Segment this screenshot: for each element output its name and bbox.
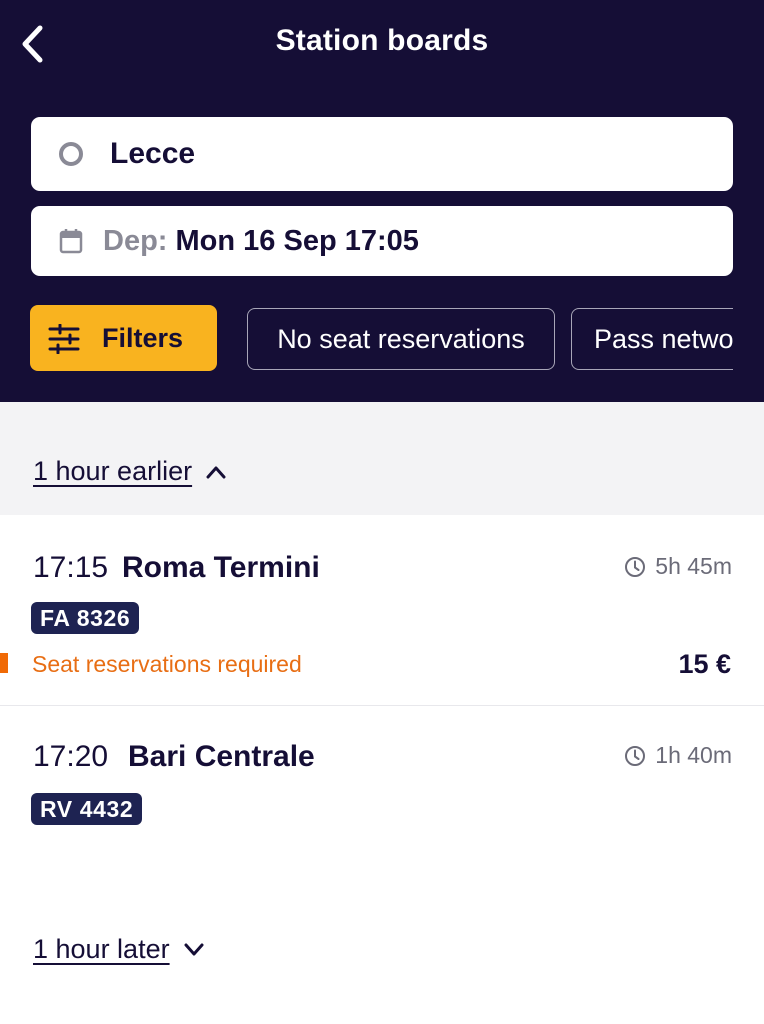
- earlier-label: 1 hour earlier: [33, 456, 193, 486]
- sliders-icon: [48, 324, 80, 354]
- station-circle-icon: [59, 142, 83, 166]
- chevron-down-icon: [184, 943, 204, 955]
- station-value: Lecce: [110, 137, 196, 170]
- seat-reservation-warning: Seat reservations required: [32, 651, 302, 677]
- duration-value: 5h 45m: [655, 553, 732, 579]
- duration: 5h 45m: [624, 553, 732, 580]
- departure-time: 17:20: [33, 740, 109, 773]
- chip-no-seat-reservations[interactable]: No seat reservations: [247, 308, 555, 370]
- header: Station boards Lecce Dep: Mon 16 Sep 17:…: [0, 0, 764, 402]
- departure-row[interactable]: 17:15 Roma Termini 5h 45m FA 8326 Seat r…: [0, 515, 764, 706]
- warning-indicator: [0, 653, 8, 673]
- chip-pass-network[interactable]: Pass netwo: [571, 308, 733, 370]
- chevron-up-icon: [206, 466, 226, 478]
- price: 15 €: [678, 649, 731, 679]
- train-number-badge: RV 4432: [31, 793, 143, 825]
- one-hour-earlier-link[interactable]: 1 hour earlier: [33, 456, 226, 487]
- clock-icon: [625, 745, 646, 766]
- departure-text: Dep: Mon 16 Sep 17:05: [103, 225, 419, 258]
- train-number-badge: FA 8326: [31, 602, 140, 634]
- destination: Bari Centrale: [128, 740, 315, 773]
- filters-label: Filters: [102, 322, 184, 353]
- departure-label: Dep:: [103, 224, 168, 257]
- departure-row[interactable]: 17:20 Bari Centrale 1h 40m RV 4432: [0, 706, 764, 856]
- clock-icon: [625, 556, 646, 577]
- one-hour-later-link[interactable]: 1 hour later: [33, 934, 204, 965]
- page-title: Station boards: [275, 24, 489, 57]
- station-field[interactable]: Lecce: [31, 117, 733, 191]
- duration: 1h 40m: [624, 742, 732, 769]
- duration-value: 1h 40m: [655, 742, 732, 768]
- later-label: 1 hour later: [33, 934, 170, 964]
- departure-value: Mon 16 Sep 17:05: [175, 224, 419, 257]
- calendar-icon: [59, 229, 83, 254]
- departure-time: 17:15: [33, 551, 109, 584]
- filters-button[interactable]: Filters: [30, 305, 217, 371]
- destination: Roma Termini: [122, 551, 320, 584]
- date-field[interactable]: Dep: Mon 16 Sep 17:05: [31, 206, 733, 276]
- filter-chips: Filters No seat reservations Pass netwo: [30, 305, 733, 371]
